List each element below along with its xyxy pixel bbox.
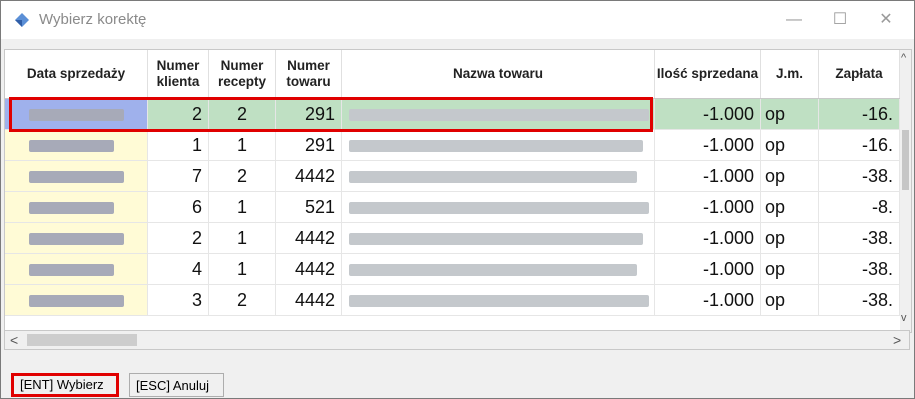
maximize-button[interactable]: ☐ [817,1,863,39]
redacted-text [349,140,643,153]
scroll-left-icon[interactable]: < [10,332,18,348]
col-header-numer-klienta[interactable]: Numer klienta [148,50,209,98]
table-row[interactable]: 4 1 4442 -1.000 op -38. [5,254,900,285]
cell-zaplata: -38. [819,285,900,316]
cell-ilosc: -1.000 [655,99,761,130]
cell-towar: 521 [276,192,342,223]
corrections-table[interactable]: Data sprzedaży Numer klienta Numer recep… [4,49,912,333]
title-bar: Wybierz korektę — ☐ ✕ [1,1,914,39]
window-title: Wybierz korektę [39,11,147,28]
cell-jm: op [761,285,819,316]
col-header-data-sprzedazy[interactable]: Data sprzedaży [5,50,148,98]
scroll-down-icon[interactable]: v [901,312,907,324]
cell-klient: 3 [148,285,209,316]
cell-zaplata: -38. [819,223,900,254]
cell-recepta: 1 [209,254,276,285]
cell-jm: op [761,223,819,254]
cell-jm: op [761,130,819,161]
scroll-right-icon[interactable]: > [893,332,901,348]
table-header: Data sprzedaży Numer klienta Numer recep… [5,50,911,99]
scroll-up-icon[interactable]: ^ [901,52,906,64]
horizontal-scrollbar[interactable]: < > [4,330,910,350]
cell-zaplata: -16. [819,130,900,161]
cancel-button[interactable]: [ESC] Anuluj [129,373,224,397]
vertical-scroll-thumb[interactable] [902,130,909,190]
cell-klient: 1 [148,130,209,161]
cell-towar: 4442 [276,254,342,285]
cell-zaplata: -16. [819,99,900,130]
cell-towar: 4442 [276,161,342,192]
cell-recepta: 1 [209,130,276,161]
cell-towar: 4442 [276,223,342,254]
col-header-nazwa-towaru[interactable]: Nazwa towaru [342,50,655,98]
cell-date-redacted [5,285,148,316]
table-row[interactable]: 2 1 4442 -1.000 op -38. [5,223,900,254]
redacted-text [29,233,124,246]
cell-recepta: 1 [209,192,276,223]
redacted-text [29,295,124,308]
cell-zaplata: -38. [819,161,900,192]
cell-recepta: 2 [209,285,276,316]
redacted-text [349,295,649,308]
table-row[interactable]: 3 2 4442 -1.000 op -38. [5,285,900,316]
cell-klient: 6 [148,192,209,223]
close-button[interactable]: ✕ [863,1,909,39]
selected-row-highlight [9,97,653,132]
dialog-window: Wybierz korektę — ☐ ✕ Data sprzedaży Num… [0,0,915,399]
cell-towar: 291 [276,130,342,161]
cell-ilosc: -1.000 [655,161,761,192]
redacted-text [29,171,124,184]
col-header-numer-recepty[interactable]: Numer recepty [209,50,276,98]
cell-jm: op [761,99,819,130]
redacted-text [349,264,637,277]
vertical-scrollbar[interactable]: ^ v [900,50,911,332]
cell-date-redacted [5,254,148,285]
cell-ilosc: -1.000 [655,192,761,223]
cell-name-redacted [342,192,655,223]
redacted-text [349,171,637,184]
cell-ilosc: -1.000 [655,285,761,316]
select-button[interactable]: [ENT] Wybierz [11,373,119,397]
cell-recepta: 2 [209,161,276,192]
cell-name-redacted [342,254,655,285]
col-header-ilosc-sprzedana[interactable]: Ilość sprzedana [655,50,761,98]
cell-klient: 2 [148,223,209,254]
cell-ilosc: -1.000 [655,130,761,161]
minimize-button[interactable]: — [771,1,817,39]
col-header-jm[interactable]: J.m. [761,50,819,98]
cell-date-redacted [5,161,148,192]
cell-jm: op [761,254,819,285]
cell-name-redacted [342,223,655,254]
cell-name-redacted [342,285,655,316]
cell-ilosc: -1.000 [655,223,761,254]
redacted-text [349,202,649,215]
table-row[interactable]: 6 1 521 -1.000 op -8. [5,192,900,223]
cell-towar: 4442 [276,285,342,316]
redacted-text [29,140,114,153]
cell-recepta: 1 [209,223,276,254]
table-row[interactable]: 7 2 4442 -1.000 op -38. [5,161,900,192]
cell-name-redacted [342,161,655,192]
cell-zaplata: -38. [819,254,900,285]
col-header-zaplata[interactable]: Zapłata [819,50,900,98]
cell-klient: 7 [148,161,209,192]
cell-zaplata: -8. [819,192,900,223]
redacted-text [29,202,114,215]
cell-ilosc: -1.000 [655,254,761,285]
cell-name-redacted [342,130,655,161]
app-icon [15,13,29,27]
horizontal-scroll-thumb[interactable] [27,334,137,346]
cell-jm: op [761,161,819,192]
table-row[interactable]: 1 1 291 -1.000 op -16. [5,130,900,161]
cell-date-redacted [5,223,148,254]
cell-date-redacted [5,130,148,161]
col-header-numer-towaru[interactable]: Numer towaru [276,50,342,98]
redacted-text [349,233,643,246]
cell-klient: 4 [148,254,209,285]
cell-date-redacted [5,192,148,223]
cell-jm: op [761,192,819,223]
redacted-text [29,264,114,277]
